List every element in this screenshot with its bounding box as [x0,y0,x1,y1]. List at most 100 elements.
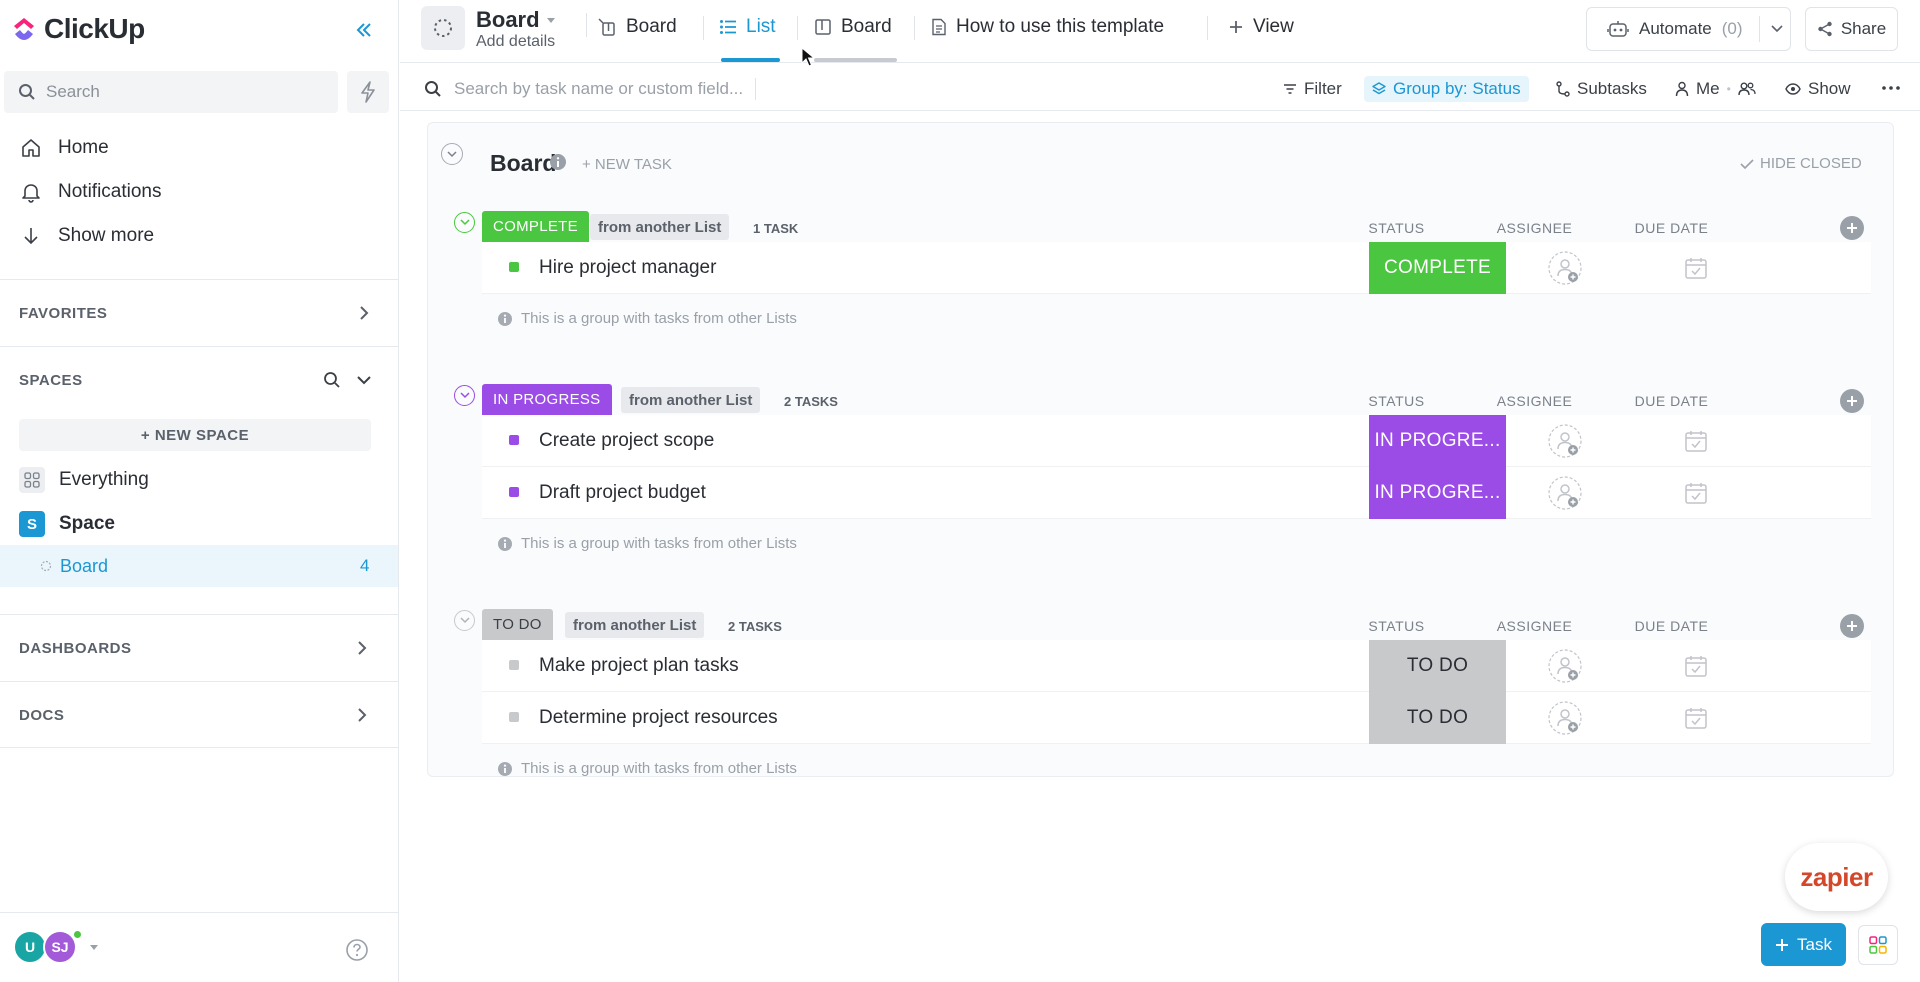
add-column-button[interactable] [1840,216,1864,240]
task-name[interactable]: Make project plan tasks [539,655,739,677]
collapse-sidebar-button[interactable] [350,16,378,44]
automate-button[interactable]: Automate (0) [1586,7,1791,51]
status-badge[interactable]: TO DO [482,609,553,640]
column-header-status[interactable]: STATUS [1328,393,1465,409]
new-task-button[interactable]: + NEW TASK [582,156,672,173]
task-row[interactable]: Hire project manager COMPLETE [482,242,1871,294]
subtasks-button[interactable]: Subtasks [1556,76,1647,102]
task-status-cell[interactable]: IN PROGRE... [1369,467,1506,519]
add-details-link[interactable]: Add details [476,33,555,51]
show-button[interactable]: Show [1785,76,1851,102]
sidebar-item-notifications[interactable]: Notifications [20,181,162,203]
task-row[interactable]: Draft project budget IN PROGRE... [482,467,1871,519]
column-header-due-date[interactable]: DUE DATE [1603,618,1740,634]
task-name[interactable]: Create project scope [539,430,714,452]
chevron-down-icon[interactable] [354,370,374,390]
me-filter-button[interactable]: Me • [1675,76,1756,102]
chevron-right-icon[interactable] [352,705,372,725]
status-square[interactable] [509,435,519,445]
task-row[interactable]: Make project plan tasks TO DO [482,640,1871,692]
list-settings-button[interactable] [421,6,465,50]
collapse-group-toggle[interactable] [454,610,475,631]
sidebar-item-board[interactable]: Board 4 [0,545,398,587]
column-header-assignee[interactable]: ASSIGNEE [1466,393,1603,409]
collapse-group-toggle[interactable] [454,212,475,233]
status-badge[interactable]: COMPLETE [482,211,589,242]
group-by-button[interactable]: Group by: Status [1364,76,1529,102]
column-header-due-date[interactable]: DUE DATE [1603,393,1740,409]
add-column-button[interactable] [1840,389,1864,413]
tab-doc[interactable]: How to use this template [931,16,1164,38]
help-icon[interactable] [345,938,369,962]
task-search-input[interactable]: Search by task name or custom field... [424,78,757,100]
task-status-cell[interactable]: COMPLETE [1369,242,1506,294]
column-header-status[interactable]: STATUS [1328,618,1465,634]
favorites-heading[interactable]: FAVORITES [19,305,107,322]
add-assignee-icon[interactable] [1547,700,1583,736]
calendar-icon[interactable] [1684,481,1708,505]
column-header-due-date[interactable]: DUE DATE [1603,220,1740,236]
task-status-cell[interactable]: IN PROGRE... [1369,415,1506,467]
collapse-list-toggle[interactable] [441,143,463,165]
people-icon[interactable] [1738,81,1756,97]
add-assignee-icon[interactable] [1547,648,1583,684]
spaces-search-icon[interactable] [322,370,342,390]
new-task-floating-button[interactable]: Task [1761,923,1846,966]
new-space-button[interactable]: + NEW SPACE [19,419,371,451]
tab-board-pinned[interactable]: Board [597,16,677,38]
dashboards-heading[interactable]: DASHBOARDS [19,640,132,657]
sidebar-item-everything[interactable]: Everything [19,467,149,493]
status-square[interactable] [509,660,519,670]
calendar-icon[interactable] [1684,256,1708,280]
hide-closed-button[interactable]: HIDE CLOSED [1740,155,1862,172]
task-row[interactable]: Create project scope IN PROGRE... [482,415,1871,467]
calendar-icon[interactable] [1684,654,1708,678]
status-square[interactable] [509,262,519,272]
quick-actions-button[interactable] [347,71,389,113]
sidebar-search-input[interactable]: Search [4,71,338,113]
calendar-icon[interactable] [1684,429,1708,453]
sidebar-item-space[interactable]: S Space [19,511,115,537]
task-name[interactable]: Draft project budget [539,482,706,504]
collapse-group-toggle[interactable] [454,385,475,406]
task-status-cell[interactable]: TO DO [1369,692,1506,744]
add-assignee-icon[interactable] [1547,475,1583,511]
chevron-down-icon[interactable] [1770,24,1784,34]
list-title[interactable]: Board [476,7,556,33]
info-icon[interactable] [549,153,567,171]
calendar-icon[interactable] [1684,706,1708,730]
filter-button[interactable]: Filter [1283,76,1342,102]
add-assignee-icon[interactable] [1547,250,1583,286]
clickup-logo[interactable]: ClickUp [12,13,145,45]
add-column-button[interactable] [1840,614,1864,638]
task-status-cell[interactable]: TO DO [1369,640,1506,692]
add-assignee-icon[interactable] [1547,423,1583,459]
sidebar-divider [0,279,398,280]
sidebar-item-show-more[interactable]: Show more [20,225,154,247]
status-badge[interactable]: IN PROGRESS [482,384,612,415]
space-avatar: S [19,511,45,537]
plus-icon [1230,21,1242,33]
column-header-status[interactable]: STATUS [1328,220,1465,236]
chevron-right-icon[interactable] [354,303,374,323]
more-options-icon[interactable] [1882,86,1900,90]
status-square[interactable] [509,712,519,722]
task-name[interactable]: Hire project manager [539,257,716,279]
docs-heading[interactable]: DOCS [19,707,64,724]
share-button[interactable]: Share [1805,7,1898,51]
column-header-assignee[interactable]: ASSIGNEE [1466,220,1603,236]
task-name[interactable]: Determine project resources [539,707,778,729]
column-header-assignee[interactable]: ASSIGNEE [1466,618,1603,634]
tab-list[interactable]: List [719,16,776,38]
sidebar-item-home[interactable]: Home [20,137,109,159]
status-square[interactable] [509,487,519,497]
chevron-right-icon[interactable] [352,638,372,658]
zapier-button[interactable]: zapier [1785,843,1888,911]
apps-button[interactable] [1858,925,1898,965]
user-avatar[interactable]: U [13,930,47,964]
task-row[interactable]: Determine project resources TO DO [482,692,1871,744]
caret-down-icon[interactable] [89,944,99,951]
add-view-button[interactable]: View [1228,16,1294,38]
tab-board[interactable]: Board [814,16,892,38]
list-name[interactable]: Board [490,150,556,177]
